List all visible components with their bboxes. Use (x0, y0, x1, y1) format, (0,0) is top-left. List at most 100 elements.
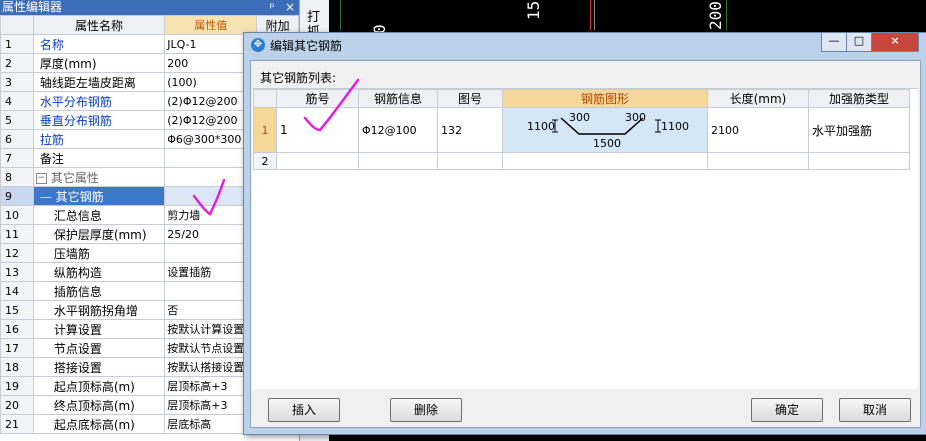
shape-dim-seg2: 300 (625, 111, 646, 124)
property-name: 拉筋 (32, 129, 166, 149)
cell-bar-no[interactable] (276, 152, 359, 170)
dialog-title-bar[interactable]: ✥ 编辑其它钢筋 — □ × (244, 33, 926, 57)
cell-bar-info[interactable] (358, 152, 438, 170)
row-number: 12 (0, 243, 34, 263)
rebar-list-label: 其它钢筋列表: (260, 71, 337, 85)
rebar-grid: 筋号 钢筋信息 图号 钢筋图形 长度(mm) 加强筋类型 1 1 Φ12@100… (253, 89, 910, 170)
property-name: 保护层厚度(mm) (32, 224, 166, 244)
row-number: 6 (0, 129, 34, 149)
property-editor-title-bar: 属性编辑器 ᵖ × (0, 0, 299, 15)
row-number: 8 (0, 167, 34, 187)
property-name: 终点顶标高(m) (32, 395, 166, 415)
property-name-text: 其它钢筋 (55, 189, 104, 204)
row-number: 9 (0, 186, 34, 206)
cell-length[interactable] (707, 152, 809, 170)
row-number: 15 (0, 300, 34, 320)
property-name: 轴线距左墙皮距离 (32, 72, 166, 92)
cell-bar-no[interactable]: 1 (276, 107, 359, 153)
cell-type[interactable]: 水平加强筋 (808, 107, 910, 153)
maximize-button[interactable]: □ (846, 33, 872, 52)
property-editor-title: 属性编辑器 (2, 0, 63, 14)
shape-dim-bottom: 1500 (593, 137, 621, 150)
cell-fig-no[interactable] (437, 152, 503, 170)
property-name: 起点顶标高(m) (32, 376, 166, 396)
row-number: 20 (0, 395, 34, 415)
property-name: 节点设置 (32, 338, 166, 358)
row-number: 1 (0, 34, 34, 54)
dialog-title: 编辑其它钢筋 (270, 39, 343, 53)
app-icon: ✥ (251, 38, 265, 52)
property-name: 压墙筋 (32, 243, 166, 263)
property-name: 汇总信息 (32, 205, 166, 225)
property-name: 插筋信息 (32, 281, 166, 301)
header-name[interactable]: 属性名称 (32, 15, 166, 35)
row-number: 1 (253, 107, 277, 153)
cad-line (726, 0, 727, 30)
property-name: 搭接设置 (32, 357, 166, 377)
property-group-label: 其它属性 (50, 170, 99, 185)
row-number: 5 (0, 110, 34, 130)
col-bar-info[interactable]: 钢筋信息 (358, 89, 438, 108)
rebar-shape-figure: 1100 300 300 1100 1500 (527, 111, 689, 150)
col-fig-no[interactable]: 图号 (437, 89, 503, 108)
row-number: 3 (0, 72, 34, 92)
property-name: 水平分布钢筋 (32, 91, 166, 111)
row-number: 13 (0, 262, 34, 282)
cancel-button[interactable]: 取消 (839, 398, 911, 422)
property-name: 起点底标高(m) (32, 414, 166, 434)
row-number: 2 (253, 152, 277, 170)
ok-button[interactable]: 确定 (751, 398, 823, 422)
row-number: 2 (0, 53, 34, 73)
property-name: 水平钢筋拐角增 (32, 300, 166, 320)
dialog-body: 其它钢筋列表: 筋号 钢筋信息 图号 钢筋图形 长度(mm) 加强筋类型 1 1… (250, 60, 921, 428)
collapse-icon[interactable]: − (35, 172, 47, 184)
row-number: 18 (0, 357, 34, 377)
cell-shape[interactable]: 1100 300 300 1100 1500 (502, 107, 708, 153)
row-number: 11 (0, 224, 34, 244)
col-length[interactable]: 长度(mm) (707, 89, 809, 108)
property-name: 名称 (32, 34, 166, 54)
row-number: 10 (0, 205, 34, 225)
cad-line (590, 0, 591, 30)
shape-dim-right: 1100 (661, 120, 689, 133)
insert-button[interactable]: 插入 (268, 398, 340, 422)
shape-dim-seg1: 300 (569, 111, 590, 124)
row-number: 16 (0, 319, 34, 339)
row-number: 17 (0, 338, 34, 358)
col-bar-no[interactable]: 筋号 (276, 89, 359, 108)
close-button[interactable]: × (871, 33, 919, 52)
cad-line (594, 0, 595, 30)
delete-button[interactable]: 删除 (390, 398, 462, 422)
row-number: 7 (0, 148, 34, 168)
property-name: 备注 (32, 148, 166, 168)
property-name: 垂直分布钢筋 (32, 110, 166, 130)
cell-fig-no[interactable]: 132 (437, 107, 503, 153)
col-type[interactable]: 加强筋类型 (808, 89, 910, 108)
row-number: 19 (0, 376, 34, 396)
row-number: 21 (0, 414, 34, 434)
row-number: 14 (0, 281, 34, 301)
cad-line (340, 0, 341, 30)
cell-type[interactable] (808, 152, 910, 170)
minimize-button[interactable]: — (821, 33, 847, 52)
cell-shape[interactable] (502, 152, 708, 170)
close-icon[interactable]: × (283, 0, 297, 15)
property-group[interactable]: − 其它属性 (32, 167, 166, 187)
header-corner (0, 15, 34, 35)
table-row[interactable]: 1 1 Φ12@100 132 1100 300 300 1100 1500 2… (253, 107, 910, 153)
property-name: 计算设置 (32, 319, 166, 339)
property-name: 厚度(mm) (32, 53, 166, 73)
property-name: — 其它钢筋 (32, 186, 166, 206)
cad-label: 200 (706, 1, 725, 30)
shape-dim-left: 1100 (527, 120, 555, 133)
row-number: 4 (0, 91, 34, 111)
table-row[interactable]: 2 (253, 152, 910, 170)
col-shape[interactable]: 钢筋图形 (502, 89, 708, 108)
cad-label: 15 (524, 0, 543, 20)
cell-bar-info[interactable]: Φ12@100 (358, 107, 438, 153)
pin-icon[interactable]: ᵖ (265, 0, 279, 15)
cell-length[interactable]: 2100 (707, 107, 809, 153)
edit-other-rebar-dialog: ✥ 编辑其它钢筋 — □ × 其它钢筋列表: 筋号 钢筋信息 图号 钢筋图形 长… (243, 32, 926, 435)
grid-corner (253, 89, 277, 108)
property-name: 纵筋构造 (32, 262, 166, 282)
